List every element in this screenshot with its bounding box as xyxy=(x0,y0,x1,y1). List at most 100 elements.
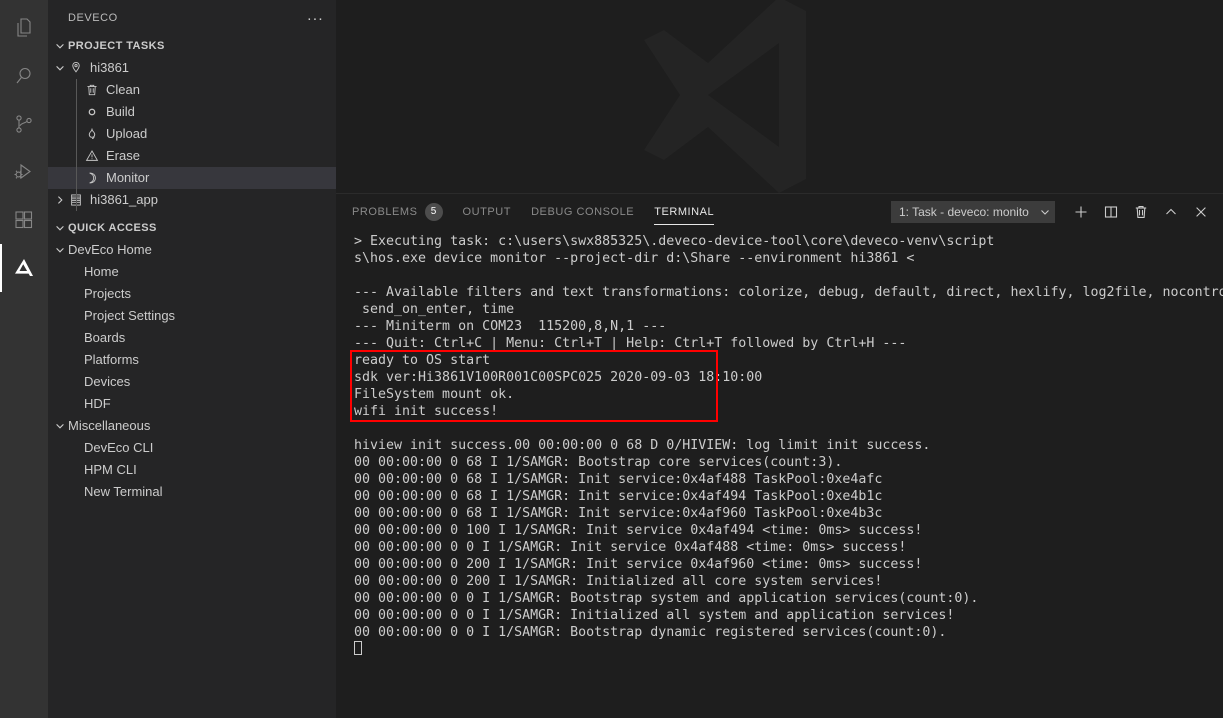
sidebar-item-devices[interactable]: Devices xyxy=(48,371,336,393)
circle-icon xyxy=(84,104,100,120)
sidebar-item-label: HPM CLI xyxy=(84,462,137,477)
new-terminal-button[interactable] xyxy=(1067,198,1095,226)
panel-tab-output[interactable]: OUTPUT xyxy=(463,194,512,229)
chevron-down-icon[interactable] xyxy=(52,57,68,79)
sidebar-item-label: Build xyxy=(106,104,135,119)
chevron-down-icon[interactable] xyxy=(52,239,68,261)
panel-tab-label: OUTPUT xyxy=(462,205,512,218)
terminal-line: 00 00:00:00 0 68 I 1/SAMGR: Bootstrap co… xyxy=(354,455,843,470)
panel-tab-terminal[interactable]: TERMINAL xyxy=(654,194,715,229)
sidebar-item-label: Home xyxy=(84,264,119,279)
plus-icon xyxy=(1073,204,1089,220)
sidebar-item-label: Projects xyxy=(84,286,131,301)
close-panel-button[interactable] xyxy=(1187,198,1215,226)
sidebar-item-label: hi3861_app xyxy=(90,192,158,207)
terminal-line: 00 00:00:00 0 0 I 1/SAMGR: Initialized a… xyxy=(354,608,955,623)
sidebar-item-hdf[interactable]: HDF xyxy=(48,393,336,415)
sidebar-item-hi3861-app[interactable]: hi3861_app xyxy=(48,189,336,211)
sidebar-item-boards[interactable]: Boards xyxy=(48,327,336,349)
terminal-line: 00 00:00:00 0 0 I 1/SAMGR: Init service … xyxy=(354,540,907,555)
close-icon xyxy=(1193,204,1209,220)
sidebar-tree: PROJECT TASKS hi3861 Clean Build Upload Erase… xyxy=(48,35,336,503)
terminal-line: send_on_enter, time xyxy=(354,302,515,317)
maximize-panel-button[interactable] xyxy=(1157,198,1185,226)
editor-area xyxy=(336,0,1223,193)
sidebar-item-label: Erase xyxy=(106,148,140,163)
chevron-down-icon xyxy=(52,35,68,57)
chevron-down-icon[interactable] xyxy=(52,415,68,437)
activity-item-source-control[interactable] xyxy=(0,100,48,148)
sidebar-item-hi3861[interactable]: hi3861 xyxy=(48,57,336,79)
chevron-right-icon[interactable] xyxy=(52,189,68,211)
sidebar-item-label: Monitor xyxy=(106,170,150,185)
chevron-down-icon xyxy=(1039,206,1051,218)
terminal-selector-dropdown[interactable]: 1: Task - deveco: monito xyxy=(891,200,1055,223)
sidebar-more-actions-button[interactable]: ... xyxy=(307,8,324,25)
activity-item-search[interactable] xyxy=(0,52,48,100)
sidebar-item-deveco-home[interactable]: DevEco Home xyxy=(48,239,336,261)
sidebar-item-monitor[interactable]: Monitor xyxy=(48,167,336,189)
terminal-selector-label: 1: Task - deveco: monito xyxy=(899,204,1029,219)
sidebar-item-label: Devices xyxy=(84,374,131,389)
panel-tab-debug-console[interactable]: DEBUG CONSOLE xyxy=(531,194,634,229)
split-icon xyxy=(1103,204,1119,220)
sidebar-section-project-tasks[interactable]: PROJECT TASKS xyxy=(48,35,336,57)
sidebar-item-label: Upload xyxy=(106,126,148,141)
terminal-line: sdk ver:Hi3861V100R001C00SPC025 2020-09-… xyxy=(354,370,763,385)
tree-indent-guide xyxy=(76,79,77,211)
kill-terminal-button[interactable] xyxy=(1127,198,1155,226)
sidebar-item-platforms[interactable]: Platforms xyxy=(48,349,336,371)
side-bar: DEVECO ... PROJECT TASKS hi3861 Clean Build… xyxy=(48,0,336,718)
sidebar-item-home[interactable]: Home xyxy=(48,261,336,283)
terminal-line: FileSystem mount ok. xyxy=(354,387,515,402)
sidebar-item-label: New Terminal xyxy=(84,484,163,499)
terminal-line: --- Quit: Ctrl+C | Menu: Ctrl+T | Help: … xyxy=(354,336,907,351)
sidebar-item-erase[interactable]: Erase xyxy=(48,145,336,167)
sidebar-item-label: hi3861 xyxy=(90,60,130,75)
activity-item-explorer[interactable] xyxy=(0,4,48,52)
sidebar-title-bar: DEVECO ... xyxy=(48,0,336,35)
sidebar-item-new-terminal[interactable]: New Terminal xyxy=(48,481,336,503)
sidebar-item-build[interactable]: Build xyxy=(48,101,336,123)
sidebar-item-upload[interactable]: Upload xyxy=(48,123,336,145)
activity-item-extensions[interactable] xyxy=(0,196,48,244)
sidebar-item-project-settings[interactable]: Project Settings xyxy=(48,305,336,327)
chevron-down-icon xyxy=(52,217,68,239)
split-terminal-button[interactable] xyxy=(1097,198,1125,226)
sidebar-section-label: QUICK ACCESS xyxy=(68,222,157,234)
terminal-output[interactable]: > Executing task: c:\users\swx885325\.de… xyxy=(336,229,1223,718)
terminal-line: s\hos.exe device monitor --project-dir d… xyxy=(354,251,915,266)
sidebar-item-hpm-cli[interactable]: HPM CLI xyxy=(48,459,336,481)
sidebar-item-label: Clean xyxy=(106,82,140,97)
terminal-line: 00 00:00:00 0 0 I 1/SAMGR: Bootstrap sys… xyxy=(354,591,979,606)
sidebar-item-miscellaneous[interactable]: Miscellaneous xyxy=(48,415,336,437)
sidebar-item-label: Platforms xyxy=(84,352,139,367)
sidebar-item-deveco-cli[interactable]: DevEco CLI xyxy=(48,437,336,459)
sidebar-item-projects[interactable]: Projects xyxy=(48,283,336,305)
extensions-icon xyxy=(12,208,36,232)
sidebar-item-label: Project Settings xyxy=(84,308,176,323)
activity-item-run-and-debug[interactable] xyxy=(0,148,48,196)
run-debug-icon xyxy=(12,160,36,184)
terminal-cursor xyxy=(354,641,1223,658)
terminal-line: ready to OS start xyxy=(354,353,491,368)
panel-tab-problems[interactable]: PROBLEMS 5 xyxy=(352,194,443,229)
terminal-line: 00 00:00:00 0 200 I 1/SAMGR: Init servic… xyxy=(354,557,923,572)
terminal-line: 00 00:00:00 0 68 I 1/SAMGR: Init service… xyxy=(354,489,883,504)
vscode-window: DEVECO ... PROJECT TASKS hi3861 Clean Build… xyxy=(0,0,1223,718)
panel-tab-label: DEBUG CONSOLE xyxy=(531,205,635,218)
sidebar-item-clean[interactable]: Clean xyxy=(48,79,336,101)
sidebar-section-quick-access[interactable]: QUICK ACCESS xyxy=(48,217,336,239)
activity-item-deveco[interactable] xyxy=(0,244,48,292)
sidebar-item-label: DevEco Home xyxy=(68,242,152,257)
activity-bar xyxy=(0,0,48,718)
